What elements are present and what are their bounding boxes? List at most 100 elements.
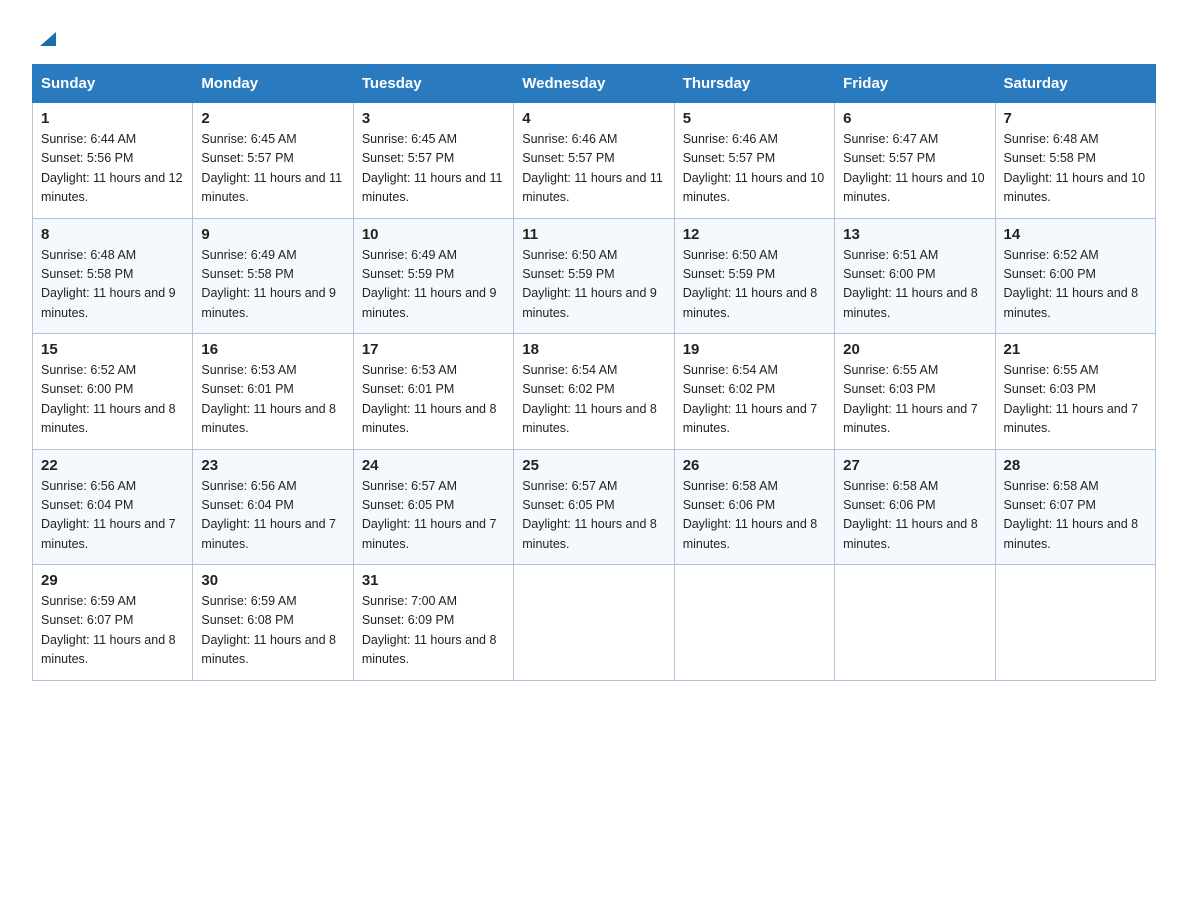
calendar-day-cell: 10 Sunrise: 6:49 AMSunset: 5:59 PMDaylig… xyxy=(353,218,513,334)
day-info: Sunrise: 6:54 AMSunset: 6:02 PMDaylight:… xyxy=(683,363,818,435)
page-header xyxy=(32,24,1156,46)
calendar-day-cell: 12 Sunrise: 6:50 AMSunset: 5:59 PMDaylig… xyxy=(674,218,834,334)
calendar-day-cell: 7 Sunrise: 6:48 AMSunset: 5:58 PMDayligh… xyxy=(995,103,1155,219)
calendar-day-cell: 11 Sunrise: 6:50 AMSunset: 5:59 PMDaylig… xyxy=(514,218,674,334)
day-info: Sunrise: 6:58 AMSunset: 6:07 PMDaylight:… xyxy=(1004,479,1139,551)
calendar-day-cell: 28 Sunrise: 6:58 AMSunset: 6:07 PMDaylig… xyxy=(995,449,1155,565)
calendar-day-cell: 17 Sunrise: 6:53 AMSunset: 6:01 PMDaylig… xyxy=(353,334,513,450)
calendar-day-cell: 31 Sunrise: 7:00 AMSunset: 6:09 PMDaylig… xyxy=(353,565,513,681)
calendar-day-cell: 27 Sunrise: 6:58 AMSunset: 6:06 PMDaylig… xyxy=(835,449,995,565)
calendar-day-cell: 13 Sunrise: 6:51 AMSunset: 6:00 PMDaylig… xyxy=(835,218,995,334)
day-number: 27 xyxy=(843,457,986,474)
day-number: 4 xyxy=(522,110,665,127)
calendar-day-cell: 24 Sunrise: 6:57 AMSunset: 6:05 PMDaylig… xyxy=(353,449,513,565)
day-number: 10 xyxy=(362,226,505,243)
day-number: 17 xyxy=(362,341,505,358)
day-info: Sunrise: 6:52 AMSunset: 6:00 PMDaylight:… xyxy=(41,363,176,435)
calendar-day-cell: 4 Sunrise: 6:46 AMSunset: 5:57 PMDayligh… xyxy=(514,103,674,219)
weekday-header-monday: Monday xyxy=(193,65,353,103)
day-number: 1 xyxy=(41,110,184,127)
day-number: 16 xyxy=(201,341,344,358)
calendar-day-cell: 8 Sunrise: 6:48 AMSunset: 5:58 PMDayligh… xyxy=(33,218,193,334)
day-info: Sunrise: 6:55 AMSunset: 6:03 PMDaylight:… xyxy=(843,363,978,435)
weekday-header-wednesday: Wednesday xyxy=(514,65,674,103)
day-number: 23 xyxy=(201,457,344,474)
calendar-day-cell: 18 Sunrise: 6:54 AMSunset: 6:02 PMDaylig… xyxy=(514,334,674,450)
day-number: 31 xyxy=(362,572,505,589)
calendar-day-cell: 22 Sunrise: 6:56 AMSunset: 6:04 PMDaylig… xyxy=(33,449,193,565)
logo xyxy=(32,24,62,46)
calendar-day-cell: 23 Sunrise: 6:56 AMSunset: 6:04 PMDaylig… xyxy=(193,449,353,565)
day-number: 14 xyxy=(1004,226,1147,243)
calendar-week-row: 22 Sunrise: 6:56 AMSunset: 6:04 PMDaylig… xyxy=(33,449,1156,565)
day-info: Sunrise: 6:53 AMSunset: 6:01 PMDaylight:… xyxy=(362,363,497,435)
day-number: 3 xyxy=(362,110,505,127)
day-info: Sunrise: 6:55 AMSunset: 6:03 PMDaylight:… xyxy=(1004,363,1139,435)
weekday-header-saturday: Saturday xyxy=(995,65,1155,103)
day-info: Sunrise: 6:57 AMSunset: 6:05 PMDaylight:… xyxy=(522,479,657,551)
day-number: 9 xyxy=(201,226,344,243)
calendar-day-cell: 3 Sunrise: 6:45 AMSunset: 5:57 PMDayligh… xyxy=(353,103,513,219)
calendar-day-cell: 25 Sunrise: 6:57 AMSunset: 6:05 PMDaylig… xyxy=(514,449,674,565)
calendar-day-cell: 15 Sunrise: 6:52 AMSunset: 6:00 PMDaylig… xyxy=(33,334,193,450)
calendar-day-cell: 9 Sunrise: 6:49 AMSunset: 5:58 PMDayligh… xyxy=(193,218,353,334)
calendar-day-cell xyxy=(835,565,995,681)
day-info: Sunrise: 6:46 AMSunset: 5:57 PMDaylight:… xyxy=(683,132,825,204)
day-info: Sunrise: 6:53 AMSunset: 6:01 PMDaylight:… xyxy=(201,363,336,435)
day-number: 25 xyxy=(522,457,665,474)
calendar-week-row: 1 Sunrise: 6:44 AMSunset: 5:56 PMDayligh… xyxy=(33,103,1156,219)
day-number: 13 xyxy=(843,226,986,243)
day-info: Sunrise: 6:49 AMSunset: 5:59 PMDaylight:… xyxy=(362,248,497,320)
day-info: Sunrise: 6:47 AMSunset: 5:57 PMDaylight:… xyxy=(843,132,985,204)
logo-icon xyxy=(34,24,62,52)
day-info: Sunrise: 6:45 AMSunset: 5:57 PMDaylight:… xyxy=(201,132,342,204)
calendar-day-cell: 29 Sunrise: 6:59 AMSunset: 6:07 PMDaylig… xyxy=(33,565,193,681)
calendar-week-row: 8 Sunrise: 6:48 AMSunset: 5:58 PMDayligh… xyxy=(33,218,1156,334)
day-info: Sunrise: 6:59 AMSunset: 6:07 PMDaylight:… xyxy=(41,594,176,666)
day-info: Sunrise: 6:59 AMSunset: 6:08 PMDaylight:… xyxy=(201,594,336,666)
calendar-day-cell: 2 Sunrise: 6:45 AMSunset: 5:57 PMDayligh… xyxy=(193,103,353,219)
day-number: 7 xyxy=(1004,110,1147,127)
weekday-header-tuesday: Tuesday xyxy=(353,65,513,103)
day-info: Sunrise: 6:58 AMSunset: 6:06 PMDaylight:… xyxy=(843,479,978,551)
weekday-header-friday: Friday xyxy=(835,65,995,103)
day-number: 19 xyxy=(683,341,826,358)
day-info: Sunrise: 6:49 AMSunset: 5:58 PMDaylight:… xyxy=(201,248,336,320)
calendar-day-cell: 14 Sunrise: 6:52 AMSunset: 6:00 PMDaylig… xyxy=(995,218,1155,334)
day-info: Sunrise: 6:44 AMSunset: 5:56 PMDaylight:… xyxy=(41,132,183,204)
day-number: 5 xyxy=(683,110,826,127)
day-info: Sunrise: 6:48 AMSunset: 5:58 PMDaylight:… xyxy=(1004,132,1146,204)
calendar-day-cell: 26 Sunrise: 6:58 AMSunset: 6:06 PMDaylig… xyxy=(674,449,834,565)
day-number: 20 xyxy=(843,341,986,358)
calendar-day-cell: 6 Sunrise: 6:47 AMSunset: 5:57 PMDayligh… xyxy=(835,103,995,219)
day-number: 28 xyxy=(1004,457,1147,474)
day-info: Sunrise: 6:46 AMSunset: 5:57 PMDaylight:… xyxy=(522,132,663,204)
day-number: 22 xyxy=(41,457,184,474)
calendar-day-cell: 16 Sunrise: 6:53 AMSunset: 6:01 PMDaylig… xyxy=(193,334,353,450)
day-info: Sunrise: 6:45 AMSunset: 5:57 PMDaylight:… xyxy=(362,132,503,204)
day-info: Sunrise: 6:56 AMSunset: 6:04 PMDaylight:… xyxy=(41,479,176,551)
day-number: 26 xyxy=(683,457,826,474)
calendar-day-cell: 1 Sunrise: 6:44 AMSunset: 5:56 PMDayligh… xyxy=(33,103,193,219)
calendar-day-cell: 20 Sunrise: 6:55 AMSunset: 6:03 PMDaylig… xyxy=(835,334,995,450)
calendar-day-cell xyxy=(674,565,834,681)
calendar-day-cell: 5 Sunrise: 6:46 AMSunset: 5:57 PMDayligh… xyxy=(674,103,834,219)
calendar-day-cell: 19 Sunrise: 6:54 AMSunset: 6:02 PMDaylig… xyxy=(674,334,834,450)
day-number: 21 xyxy=(1004,341,1147,358)
day-info: Sunrise: 6:56 AMSunset: 6:04 PMDaylight:… xyxy=(201,479,336,551)
day-number: 8 xyxy=(41,226,184,243)
calendar-day-cell xyxy=(995,565,1155,681)
day-info: Sunrise: 6:48 AMSunset: 5:58 PMDaylight:… xyxy=(41,248,176,320)
weekday-header-sunday: Sunday xyxy=(33,65,193,103)
day-info: Sunrise: 6:50 AMSunset: 5:59 PMDaylight:… xyxy=(522,248,657,320)
day-info: Sunrise: 6:54 AMSunset: 6:02 PMDaylight:… xyxy=(522,363,657,435)
day-number: 11 xyxy=(522,226,665,243)
day-info: Sunrise: 6:51 AMSunset: 6:00 PMDaylight:… xyxy=(843,248,978,320)
day-info: Sunrise: 6:57 AMSunset: 6:05 PMDaylight:… xyxy=(362,479,497,551)
calendar-table: SundayMondayTuesdayWednesdayThursdayFrid… xyxy=(32,64,1156,681)
day-number: 2 xyxy=(201,110,344,127)
day-info: Sunrise: 7:00 AMSunset: 6:09 PMDaylight:… xyxy=(362,594,497,666)
weekday-header-row: SundayMondayTuesdayWednesdayThursdayFrid… xyxy=(33,65,1156,103)
day-number: 15 xyxy=(41,341,184,358)
calendar-week-row: 29 Sunrise: 6:59 AMSunset: 6:07 PMDaylig… xyxy=(33,565,1156,681)
